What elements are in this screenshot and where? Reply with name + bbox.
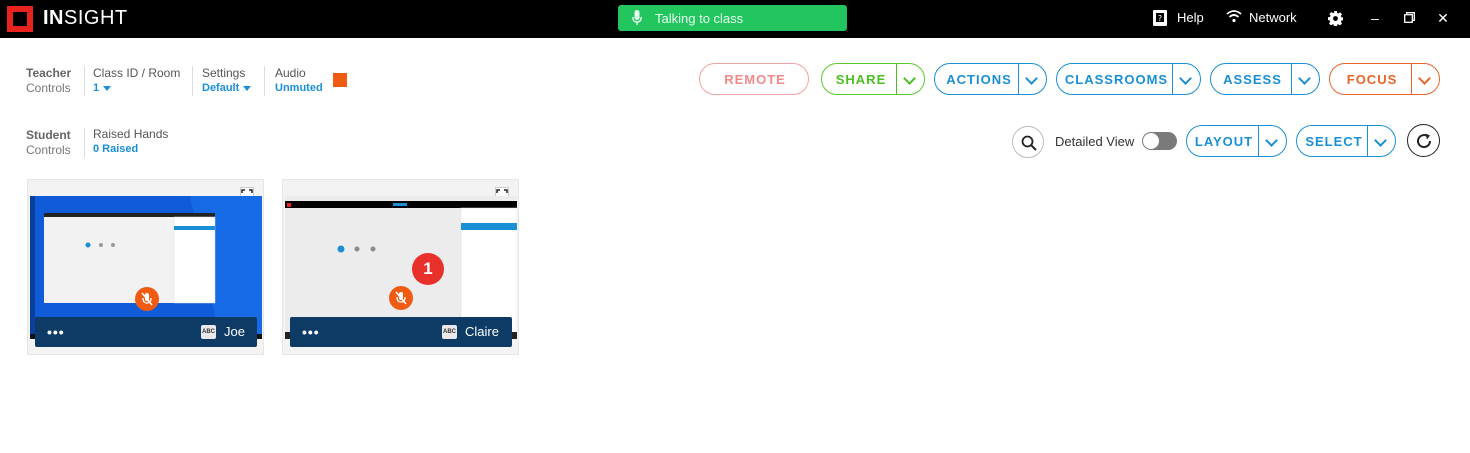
settings-selector[interactable]: Settings Default: [202, 66, 252, 96]
focus-dropdown-chevron-icon[interactable]: [1411, 64, 1439, 94]
student-name: Joe: [224, 324, 245, 339]
teacher-controls-label: Teacher Controls: [26, 66, 72, 95]
select-button[interactable]: SELECT: [1296, 125, 1396, 157]
divider: [192, 66, 193, 96]
restore-icon: [1403, 12, 1415, 23]
abc-tag-icon: ABC: [442, 325, 457, 339]
help-icon: ?: [1153, 10, 1167, 26]
refresh-button[interactable]: [1407, 124, 1440, 157]
close-button[interactable]: ✕: [1432, 7, 1454, 29]
divider: [264, 66, 265, 96]
classrooms-dropdown-chevron-icon[interactable]: [1172, 64, 1200, 94]
minimize-button[interactable]: –: [1364, 7, 1386, 29]
abc-tag-icon: ABC: [201, 325, 216, 339]
actions-button[interactable]: ACTIONS: [934, 63, 1047, 95]
gear-icon[interactable]: [1328, 11, 1343, 26]
status-text: Talking to class: [655, 11, 744, 26]
refresh-icon: [1416, 133, 1431, 148]
assess-button[interactable]: ASSESS: [1210, 63, 1320, 95]
caret-down-icon: [243, 85, 252, 91]
network-link[interactable]: Network: [1249, 10, 1297, 25]
share-dropdown-chevron-icon[interactable]: [896, 64, 924, 94]
student-info-bar[interactable]: ••• ABC Claire: [290, 317, 512, 347]
layout-dropdown-chevron-icon[interactable]: [1258, 126, 1286, 156]
detailed-view-toggle[interactable]: [1142, 132, 1177, 150]
student-name: Claire: [465, 324, 499, 339]
classrooms-button[interactable]: CLASSROOMS: [1056, 63, 1201, 95]
student-controls-label: Student Controls: [26, 128, 71, 157]
more-options-icon[interactable]: •••: [47, 324, 65, 340]
divider: [84, 66, 85, 96]
student-tile[interactable]: ••• ABC Joe: [27, 179, 264, 355]
help-link[interactable]: Help: [1177, 10, 1204, 25]
raised-hands-control[interactable]: Raised Hands 0 Raised: [93, 127, 168, 157]
muted-microphone-icon: [135, 287, 159, 311]
detailed-view-label: Detailed View: [1055, 134, 1135, 149]
search-icon: [1021, 135, 1037, 151]
svg-text:?: ?: [1158, 14, 1162, 23]
focus-button[interactable]: FOCUS: [1329, 63, 1440, 95]
student-tile[interactable]: 1 ••• ABC Claire: [282, 179, 519, 355]
assess-dropdown-chevron-icon[interactable]: [1291, 64, 1319, 94]
talking-to-class-indicator[interactable]: Talking to class: [618, 5, 847, 31]
title-bar: INSIGHT Talking to class ? Help Network …: [0, 0, 1470, 38]
student-info-bar[interactable]: ••• ABC Joe: [35, 317, 257, 347]
remote-button[interactable]: REMOTE: [699, 63, 809, 95]
actions-dropdown-chevron-icon[interactable]: [1018, 64, 1046, 94]
more-options-icon[interactable]: •••: [302, 324, 320, 340]
layout-button[interactable]: LAYOUT: [1186, 125, 1287, 157]
muted-microphone-icon: [389, 286, 413, 310]
caret-down-icon: [103, 85, 112, 91]
audio-indicator[interactable]: [333, 73, 347, 87]
audio-control[interactable]: Audio Unmuted: [275, 66, 323, 96]
divider: [84, 128, 85, 158]
wifi-icon: [1226, 10, 1242, 23]
class-id-selector[interactable]: Class ID / Room 1: [93, 66, 180, 96]
raised-hand-count-badge: 1: [412, 253, 444, 285]
restore-button[interactable]: [1398, 7, 1420, 29]
app-logo-text: INSIGHT: [43, 7, 128, 29]
insight-logo-icon: [7, 6, 33, 32]
select-dropdown-chevron-icon[interactable]: [1367, 126, 1395, 156]
share-button[interactable]: SHARE: [821, 63, 925, 95]
search-button[interactable]: [1012, 126, 1044, 158]
microphone-icon: [632, 10, 642, 25]
